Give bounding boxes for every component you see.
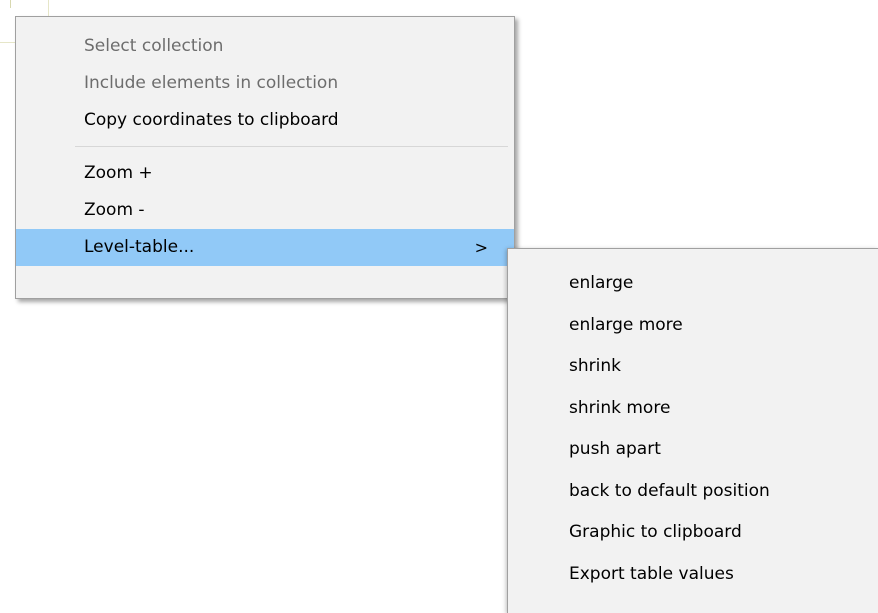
submenu-item-export-table-values[interactable]: Export table values xyxy=(508,554,878,596)
menu-item-level-table[interactable]: Level-table... > xyxy=(16,229,514,266)
context-menu: Select collection Include elements in co… xyxy=(15,16,515,299)
menu-item-include-elements: Include elements in collection xyxy=(84,73,339,93)
submenu-item-shrink[interactable]: shrink xyxy=(508,346,878,388)
menu-item-copy-coordinates[interactable]: Copy coordinates to clipboard xyxy=(16,102,514,139)
submenu-item-enlarge-more[interactable]: enlarge more xyxy=(508,305,878,347)
submenu-item-default-position[interactable]: back to default position xyxy=(508,471,878,513)
submenu-item-graphic-to-clipboard[interactable]: Graphic to clipboard xyxy=(508,512,878,554)
chevron-right-icon: > xyxy=(474,238,488,257)
submenu-item-enlarge[interactable]: enlarge xyxy=(508,263,878,305)
menu-item-zoom-out[interactable]: Zoom - xyxy=(16,192,514,229)
menu-item-zoom-in[interactable]: Zoom + xyxy=(16,155,514,192)
menu-item-level-table-label: Level-table... xyxy=(84,237,195,257)
submenu-item-push-apart[interactable]: push apart xyxy=(508,429,878,471)
menu-separator xyxy=(75,146,508,147)
background-window-tick xyxy=(10,0,11,8)
level-table-submenu: enlarge enlarge more shrink shrink more … xyxy=(507,248,878,613)
submenu-item-shrink-more[interactable]: shrink more xyxy=(508,388,878,430)
menu-item-select-collection: Select collection xyxy=(84,36,224,56)
